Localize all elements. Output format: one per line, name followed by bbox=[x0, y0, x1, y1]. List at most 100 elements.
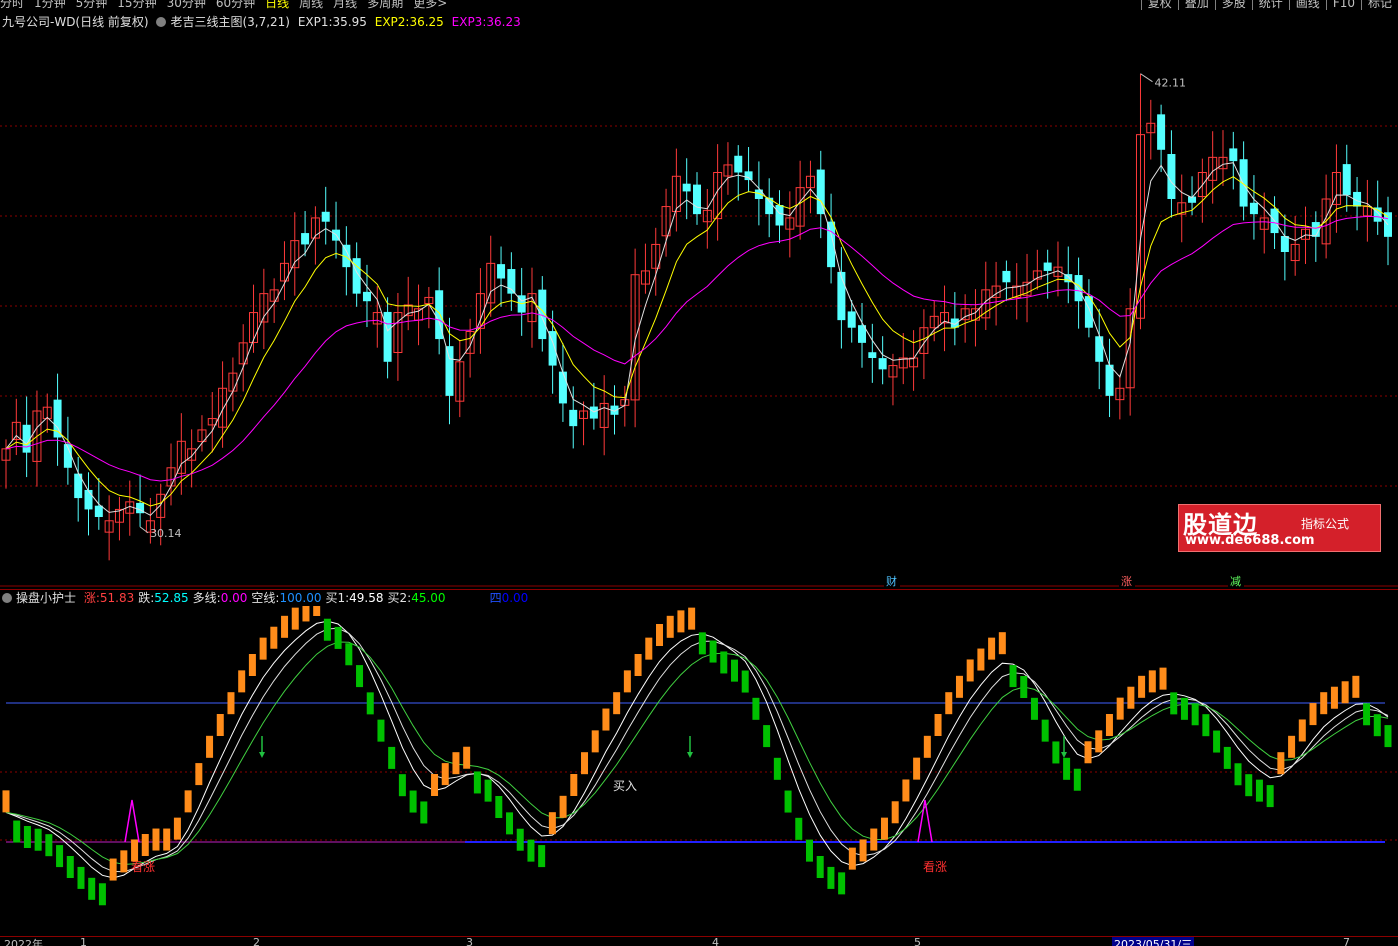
osc-bar-up bbox=[1352, 675, 1360, 698]
indicator-name[interactable]: 老吉三线主图(3,7,21) bbox=[170, 15, 290, 29]
candle-body-down bbox=[569, 409, 578, 427]
osc-bar-up bbox=[173, 817, 181, 840]
osc-bar-down bbox=[1052, 741, 1060, 764]
period-tab-3[interactable]: 15分钟 bbox=[117, 0, 156, 10]
osc-bar-down bbox=[763, 725, 771, 748]
stock-title[interactable]: 九号公司-WD(日线 前复权) bbox=[2, 15, 149, 29]
toolbar-button-0[interactable]: 复权 bbox=[1140, 0, 1178, 10]
period-tab-10[interactable]: 更多> bbox=[413, 0, 447, 10]
osc-bar-down bbox=[730, 659, 738, 682]
osc-bar-down bbox=[473, 771, 481, 794]
candle-body-down bbox=[383, 311, 392, 362]
osc-bar-down bbox=[77, 866, 85, 889]
osc-bar-down bbox=[1202, 714, 1210, 737]
osc-bar-down bbox=[23, 826, 31, 848]
period-tab-0[interactable]: 分时 bbox=[0, 0, 24, 10]
exp2-value: 36.25 bbox=[409, 15, 444, 29]
osc-bar-down bbox=[1063, 757, 1071, 780]
osc-bar-down bbox=[56, 845, 64, 868]
toolbar-button-2[interactable]: 多股 bbox=[1214, 0, 1252, 10]
candle-body-down bbox=[1167, 154, 1176, 199]
toolbar-button-5[interactable]: F10 bbox=[1325, 0, 1361, 10]
osc-bar-up bbox=[548, 812, 556, 835]
sub-legend-label-0: 涨: bbox=[83, 591, 100, 605]
osc-bar-down bbox=[1384, 725, 1392, 748]
osc-bar-down bbox=[1073, 768, 1081, 791]
osc-bar-down bbox=[709, 640, 717, 663]
signal-mairu: 买入 bbox=[613, 779, 637, 793]
event-tag-2[interactable]: 减 bbox=[1230, 575, 1241, 588]
down-arrow-icon-head bbox=[259, 752, 265, 758]
sub-legend-label-3: 空线: bbox=[251, 591, 280, 605]
osc-bar-up bbox=[1288, 735, 1296, 758]
event-tag-1[interactable]: 涨 bbox=[1121, 575, 1132, 588]
exp1-value: 35.95 bbox=[332, 15, 367, 29]
exp3-value: 36.23 bbox=[486, 15, 521, 29]
osc-bar-up bbox=[570, 774, 578, 796]
osc-bar-down bbox=[420, 801, 428, 824]
osc-bar-down bbox=[698, 632, 706, 655]
osc-bar-up bbox=[216, 714, 224, 736]
sub-legend-value-4: 49.58 bbox=[349, 591, 384, 605]
period-tab-1[interactable]: 1分钟 bbox=[34, 0, 66, 10]
osc-bar-down bbox=[1234, 763, 1242, 786]
sub-indicator-settings-icon[interactable] bbox=[2, 593, 12, 603]
osc-bar-up bbox=[955, 675, 963, 698]
osc-bar-up bbox=[120, 850, 128, 873]
osc-bar-up bbox=[1105, 714, 1113, 736]
candle-body-down bbox=[558, 371, 567, 404]
watermark-logo: 股道边 指标公式 www.de6688.com bbox=[1178, 504, 1381, 552]
candle-body-down bbox=[744, 171, 753, 181]
osc-bar-down bbox=[45, 834, 53, 857]
period-tab-5[interactable]: 60分钟 bbox=[216, 0, 255, 10]
candle-body-down bbox=[1311, 222, 1320, 237]
period-tab-6[interactable]: 日线 bbox=[265, 0, 289, 10]
high-pointer bbox=[1140, 73, 1153, 83]
ema-line-21 bbox=[5, 215, 1389, 482]
osc-bar-down bbox=[805, 839, 813, 862]
osc-bar-up bbox=[613, 692, 621, 715]
period-tab-4[interactable]: 30分钟 bbox=[167, 0, 206, 10]
sub-chart-legend: 操盘小护士 涨:51.83 跌:52.85 多线:0.00 空线:100.00 买1:4… bbox=[2, 590, 536, 606]
osc-bar-up bbox=[977, 648, 985, 671]
toolbar-button-6[interactable]: 标记 bbox=[1360, 0, 1398, 10]
candle-body-down bbox=[1105, 364, 1114, 396]
osc-bar-up bbox=[206, 735, 214, 758]
candle-body-down bbox=[321, 211, 330, 222]
osc-bar-up bbox=[463, 746, 471, 769]
osc-bar-up bbox=[1277, 752, 1285, 775]
period-tab-8[interactable]: 月线 bbox=[333, 0, 357, 10]
candle-body-down bbox=[589, 406, 598, 419]
toolbar-buttons: 复权 叠加 多股 统计 画线 F10 标记 bbox=[1140, 0, 1398, 10]
oscillator-chart[interactable]: 看涨 看涨 买入 bbox=[0, 606, 1398, 936]
signal-kanzhang-0: 看涨 bbox=[131, 859, 155, 874]
period-tab-7[interactable]: 周线 bbox=[299, 0, 323, 10]
osc-bar-up bbox=[152, 828, 160, 851]
osc-bar-up bbox=[270, 626, 278, 649]
sub-legend-label-5: 买2: bbox=[387, 591, 412, 605]
down-arrow-icon-head bbox=[687, 752, 693, 758]
sub-legend-label-6: 四 bbox=[489, 591, 502, 605]
osc-bar-up bbox=[141, 834, 149, 856]
candle-body-down bbox=[445, 346, 454, 396]
candle-body-down bbox=[868, 352, 877, 358]
osc-bar-up bbox=[966, 659, 974, 682]
sub-indicator-name[interactable]: 操盘小护士 bbox=[16, 591, 76, 605]
toolbar-button-1[interactable]: 叠加 bbox=[1177, 0, 1215, 10]
sub-legend-label-1: 跌: bbox=[138, 591, 155, 605]
period-tab-2[interactable]: 5分钟 bbox=[76, 0, 108, 10]
osc-bar-down bbox=[538, 845, 546, 868]
osc-bar-up bbox=[1159, 667, 1167, 690]
watermark-url: www.de6688.com bbox=[1185, 533, 1315, 548]
osc-bar-up bbox=[238, 670, 246, 693]
sub-legend-value-6: 0.00 bbox=[501, 591, 529, 605]
candle-body-down bbox=[775, 205, 784, 226]
period-tab-9[interactable]: 多周期 bbox=[367, 0, 403, 10]
toolbar-button-4[interactable]: 画线 bbox=[1288, 0, 1326, 10]
indicator-settings-icon[interactable] bbox=[156, 17, 167, 27]
candle-body-down bbox=[1342, 164, 1351, 196]
toolbar-button-3[interactable]: 统计 bbox=[1251, 0, 1289, 10]
ema-line-7 bbox=[5, 176, 1389, 507]
osc-bar-up bbox=[913, 757, 921, 780]
event-tag-0[interactable]: 财 bbox=[886, 574, 897, 588]
